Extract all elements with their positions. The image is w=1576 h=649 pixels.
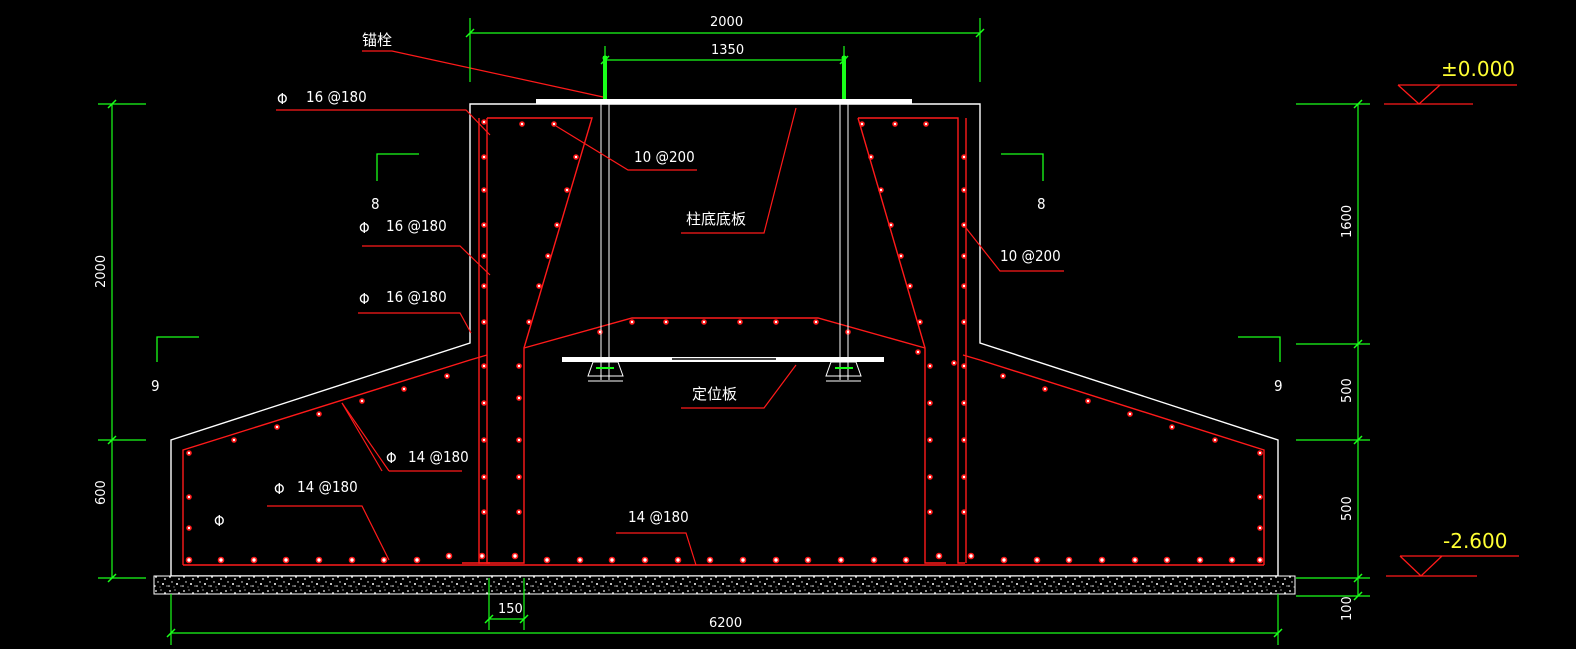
rebar-symbol-icon: Φ: [359, 290, 370, 308]
section-markers: [156, 153, 1281, 362]
level-top-text: ±0.000: [1441, 57, 1515, 81]
rebar-label-1: 16 @180: [306, 88, 367, 106]
rebar-symbol-icon: Φ: [277, 90, 288, 108]
rebar-label-3: 16 @180: [386, 288, 447, 306]
positioning-plate-label: 定位板: [692, 385, 737, 403]
section-8-right: 8: [1037, 195, 1046, 213]
rebar-symbol-icon: Φ: [214, 512, 225, 530]
rebar-label-6: 14 @180: [628, 508, 689, 526]
concrete-outline: [170, 103, 1279, 577]
level-marker-bottom: [1386, 555, 1519, 577]
rebar-symbol-icon: Φ: [274, 480, 285, 498]
rebar-label-4: 14 @180: [408, 448, 469, 466]
column-base-plate-label: 柱底底板: [686, 210, 746, 228]
column-base-plate: [536, 99, 912, 104]
dim-bolt-spacing: 1350: [711, 43, 744, 58]
rebar-label-5: 14 @180: [297, 478, 358, 496]
stirrup-label-right: 10 @200: [1000, 247, 1061, 265]
stirrup-right: [858, 117, 965, 564]
stirrup-left-outer: [478, 118, 490, 564]
stirrup-label-left: 10 @200: [634, 148, 695, 166]
section-9-right: 9: [1274, 377, 1283, 395]
rebar-dots: [185, 119, 1264, 564]
rebar-symbol-icon: Φ: [359, 219, 370, 237]
dimension-ticks: [107, 28, 1363, 638]
section-9-left: 9: [151, 377, 160, 395]
dim-bottom-width: 6200: [709, 616, 742, 631]
rebar-label-2: 16 @180: [386, 217, 447, 235]
dim-right-3: 500: [1340, 496, 1355, 521]
dim-left-upper: 2000: [94, 255, 109, 288]
dim-cover: 150: [498, 602, 523, 617]
level-marker-top: [1384, 84, 1517, 105]
dimension-lines: [98, 18, 1370, 645]
dim-right-1: 1600: [1340, 205, 1355, 238]
rebar-cage: [182, 117, 1265, 566]
pedestal-top-bar: [523, 317, 926, 349]
level-markers: [1384, 84, 1519, 577]
leader-lines: [267, 50, 1064, 566]
dim-left-lower: 600: [94, 480, 109, 505]
dim-right-2: 500: [1340, 378, 1355, 403]
rebar-symbol-icon: Φ: [386, 449, 397, 467]
gravel-blinding-layer: [153, 575, 1296, 595]
dim-right-4: 100: [1340, 596, 1355, 621]
dim-top-width: 2000: [710, 15, 743, 30]
rebar-labels: Φ 16 @180 Φ 16 @180 Φ 16 @180 Φ 14 @180 …: [214, 88, 1061, 530]
level-bottom-text: -2.600: [1443, 529, 1507, 553]
anchor-bolt-label: 锚栓: [362, 31, 392, 49]
foundation-section-drawing: 锚栓 柱底底板 定位板 Φ 16 @180 Φ 16 @180 Φ 16 @18…: [94, 15, 1519, 645]
section-8-left: 8: [371, 195, 380, 213]
